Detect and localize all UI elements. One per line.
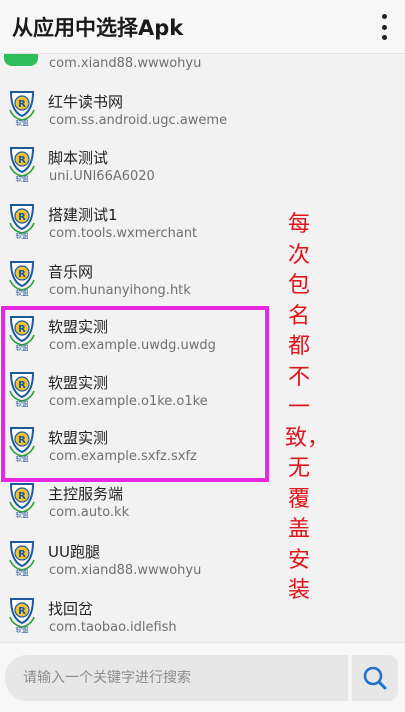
svg-text:R: R bbox=[18, 324, 26, 335]
app-package: com.example.o1ke.o1ke bbox=[49, 394, 208, 409]
app-name: 搭建测试1 bbox=[48, 206, 118, 224]
svg-text:软盟: 软盟 bbox=[16, 399, 30, 407]
app-logo-icon: R 软盟 bbox=[9, 91, 35, 126]
app-logo-icon: R 软盟 bbox=[9, 427, 35, 462]
app-logo-icon: R 软盟 bbox=[9, 147, 35, 182]
app-logo-icon: R 软盟 bbox=[9, 261, 35, 296]
app-package: com.tools.wxmerchant bbox=[49, 226, 198, 241]
list-item[interactable]: R 软盟 找回岔 com.taobao.idlefish bbox=[0, 594, 405, 642]
app-logo-icon: R 软盟 bbox=[9, 541, 35, 576]
svg-text:R: R bbox=[18, 549, 26, 560]
app-package: com.taobao.idlefish bbox=[49, 620, 177, 635]
search-input[interactable]: 请输入一个关键字进行搜索 bbox=[5, 655, 348, 701]
svg-text:软盟: 软盟 bbox=[16, 288, 30, 296]
svg-text:软盟: 软盟 bbox=[16, 343, 30, 351]
app-package: com.auto.kk bbox=[49, 505, 130, 520]
app-name: 红牛读书网 bbox=[48, 93, 124, 111]
app-name: 软盟实测 bbox=[48, 374, 109, 392]
app-icon bbox=[4, 54, 38, 66]
svg-text:软盟: 软盟 bbox=[16, 454, 30, 462]
app-logo-icon: R 软盟 bbox=[9, 598, 35, 633]
svg-text:R: R bbox=[18, 606, 26, 617]
app-bar: 从应用中选择Apk bbox=[0, 0, 405, 54]
app-package: com.xiand88.wwwohyu bbox=[49, 56, 202, 71]
search-button[interactable] bbox=[352, 655, 398, 701]
list-item[interactable]: R 软盟 脚本测试 uni.UNI66A6020 bbox=[0, 143, 405, 200]
svg-text:软盟: 软盟 bbox=[16, 174, 30, 182]
svg-text:R: R bbox=[18, 269, 26, 280]
app-name: 音乐网 bbox=[48, 263, 94, 281]
svg-text:软盟: 软盟 bbox=[16, 231, 30, 239]
app-name: 找回岔 bbox=[48, 600, 94, 618]
list-item[interactable]: R 软盟 搭建测试1 com.tools.wxmerchant bbox=[0, 200, 405, 257]
svg-text:R: R bbox=[18, 212, 26, 223]
annotation-text: 每次包名都不一致，无覆盖安装 bbox=[285, 212, 330, 603]
list-item[interactable]: R 软盟 UU跑腿 com.xiand88.wwwohyu bbox=[0, 537, 405, 594]
list-item[interactable]: R 软盟 软盟实测 com.example.sxfz.sxfz bbox=[0, 423, 405, 480]
app-package: com.example.sxfz.sxfz bbox=[49, 449, 197, 464]
app-logo-icon: R 软盟 bbox=[9, 483, 35, 518]
list-item[interactable]: R 软盟 主控服务端 com.auto.kk bbox=[0, 479, 405, 536]
svg-text:软盟: 软盟 bbox=[16, 625, 30, 633]
page-title: 从应用中选择Apk bbox=[12, 16, 184, 40]
svg-text:软盟: 软盟 bbox=[16, 118, 30, 126]
search-bar: 请输入一个关键字进行搜索 bbox=[0, 642, 405, 712]
svg-text:R: R bbox=[18, 491, 26, 502]
list-item[interactable]: R 软盟 软盟实测 com.example.uwdg.uwdg bbox=[0, 312, 405, 369]
search-icon bbox=[363, 666, 387, 690]
svg-text:R: R bbox=[18, 435, 26, 446]
app-package: com.xiand88.wwwohyu bbox=[49, 563, 202, 578]
app-list[interactable]: com.xiand88.wwwohyu R 软盟 红牛读书网 com.ss.andro… bbox=[0, 54, 405, 642]
app-package: com.ss.android.ugc.aweme bbox=[49, 113, 228, 128]
app-name: UU跑腿 bbox=[48, 543, 100, 561]
svg-text:R: R bbox=[18, 155, 26, 166]
svg-text:R: R bbox=[18, 380, 26, 391]
svg-text:软盟: 软盟 bbox=[16, 510, 30, 518]
app-logo-icon: R 软盟 bbox=[9, 204, 35, 239]
app-logo-icon: R 软盟 bbox=[9, 316, 35, 351]
svg-text:R: R bbox=[18, 99, 26, 110]
svg-text:软盟: 软盟 bbox=[16, 568, 30, 576]
app-logo-icon: R 软盟 bbox=[9, 372, 35, 407]
list-item[interactable]: R 软盟 红牛读书网 com.ss.android.ugc.aweme bbox=[0, 87, 405, 144]
list-item[interactable]: R 软盟 软盟实测 com.example.o1ke.o1ke bbox=[0, 368, 405, 425]
app-name: 主控服务端 bbox=[48, 485, 124, 503]
app-package: com.example.uwdg.uwdg bbox=[49, 338, 216, 353]
app-name: 软盟实测 bbox=[48, 429, 109, 447]
app-name: 脚本测试 bbox=[48, 149, 109, 167]
app-package: com.hunanyihong.htk bbox=[49, 283, 191, 298]
overflow-menu-icon[interactable] bbox=[379, 14, 389, 40]
app-package: uni.UNI66A6020 bbox=[49, 169, 155, 184]
list-item[interactable]: R 软盟 音乐网 com.hunanyihong.htk bbox=[0, 257, 405, 314]
app-name: 软盟实测 bbox=[48, 318, 109, 336]
